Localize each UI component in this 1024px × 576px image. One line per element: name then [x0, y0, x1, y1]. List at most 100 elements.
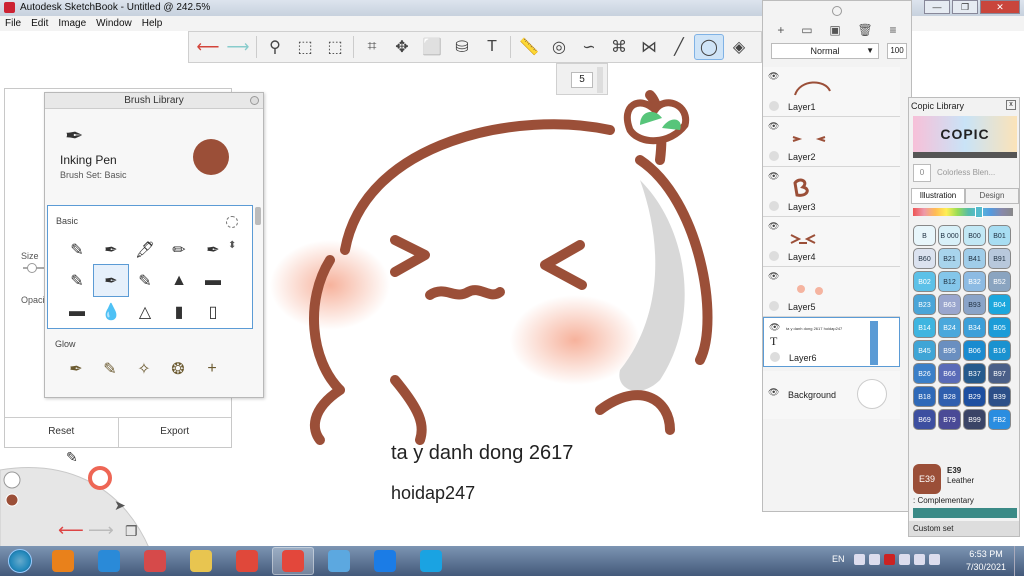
- ruler-tool-button[interactable]: 📏: [514, 34, 544, 60]
- layer-lock-dot[interactable]: [769, 301, 779, 311]
- current-copic-swatch[interactable]: E39: [913, 464, 941, 494]
- eye-icon[interactable]: 👁: [768, 271, 779, 282]
- menu-file[interactable]: File: [5, 16, 21, 31]
- ellipse-guide-tool-button[interactable]: ◎: [544, 34, 574, 60]
- delete-layer-icon[interactable]: 🗑: [857, 23, 872, 37]
- layer-menu-icon[interactable]: ≡: [890, 23, 897, 37]
- language-indicator[interactable]: EN: [832, 554, 845, 564]
- copic-swatch[interactable]: B04: [988, 294, 1011, 315]
- brush-preset-icon[interactable]: 🖋: [128, 234, 162, 265]
- collapse-handle[interactable]: [913, 152, 1017, 158]
- fill-tool-button[interactable]: ⛁: [447, 34, 477, 60]
- layer-row[interactable]: 👁 Layer6 Tta y danh dong 2617 hoidap247: [763, 317, 900, 367]
- taskbar-media-player-button[interactable]: [42, 547, 84, 575]
- taskbar-paint-button[interactable]: [318, 547, 360, 575]
- add-group-icon[interactable]: ▭: [801, 23, 812, 37]
- copic-swatch[interactable]: B02: [913, 271, 936, 292]
- menu-edit[interactable]: Edit: [31, 16, 48, 31]
- copic-swatch[interactable]: B63: [938, 294, 961, 315]
- brush-preset-icon[interactable]: ✎: [128, 265, 162, 296]
- tab-design[interactable]: Design: [965, 188, 1019, 204]
- copic-swatch[interactable]: B60: [913, 248, 936, 269]
- ellipse-tool-button[interactable]: ◯: [694, 34, 724, 60]
- crop-tool-button[interactable]: ⌗: [357, 34, 387, 60]
- copic-swatch[interactable]: B14: [913, 317, 936, 338]
- glow-brush-icon[interactable]: +: [195, 355, 229, 383]
- copic-swatch[interactable]: B32: [963, 271, 986, 292]
- complementary-color-bar[interactable]: [913, 508, 1017, 518]
- taskbar-sketchbook-button[interactable]: [272, 547, 314, 575]
- brush-preset-icon[interactable]: ▯: [196, 296, 230, 327]
- eye-icon[interactable]: 👁: [768, 121, 779, 132]
- copic-swatch[interactable]: B06: [963, 340, 986, 361]
- brush-preset-icon[interactable]: ▬: [196, 265, 230, 296]
- copic-swatch[interactable]: B37: [963, 363, 986, 384]
- glow-brush-icon[interactable]: ✎: [93, 355, 127, 383]
- hue-strip-handle[interactable]: [975, 206, 983, 218]
- line-tool-button[interactable]: ╱: [664, 34, 694, 60]
- lagoon-undo-icon[interactable]: ⟵: [58, 520, 84, 540]
- copic-swatch[interactable]: B01: [988, 225, 1011, 246]
- panel-pin-icon[interactable]: [832, 6, 842, 16]
- copic-swatch[interactable]: B18: [913, 386, 936, 407]
- close-icon[interactable]: x: [1006, 100, 1016, 110]
- copic-swatch[interactable]: B 000: [938, 225, 961, 246]
- brush-preset-icon[interactable]: ✒: [93, 264, 129, 297]
- taskbar-snipping-tool-button[interactable]: [134, 547, 176, 575]
- copic-swatch[interactable]: B26: [913, 363, 936, 384]
- copic-swatch[interactable]: B24: [938, 317, 961, 338]
- lagoon-color-dot[interactable]: [5, 493, 19, 507]
- glow-brush-icon[interactable]: ❂: [161, 355, 195, 383]
- lagoon-select-icon[interactable]: ➤: [114, 497, 126, 513]
- symmetry-tool-button[interactable]: ⋈: [634, 34, 664, 60]
- eye-icon[interactable]: 👁: [768, 387, 779, 398]
- blend-mode-select[interactable]: Normal ▼: [771, 43, 879, 59]
- layer-lock-dot[interactable]: [769, 201, 779, 211]
- layer-lock-dot[interactable]: [769, 151, 779, 161]
- add-image-icon[interactable]: ▣: [829, 23, 840, 37]
- layer-lock-dot[interactable]: [769, 101, 779, 111]
- brush-preset-icon[interactable]: ▲: [162, 265, 196, 296]
- copic-swatch[interactable]: B 0000: [913, 225, 936, 261]
- drawing-canvas[interactable]: [262, 63, 762, 547]
- copic-swatch[interactable]: B28: [938, 386, 961, 407]
- menu-window[interactable]: Window: [96, 16, 132, 31]
- undo-tool-button[interactable]: ⟵: [193, 34, 223, 60]
- glow-brush-icon[interactable]: ✒: [59, 355, 93, 383]
- layer-row[interactable]: 👁 Layer3: [763, 167, 900, 217]
- brush-set-options-icon[interactable]: [226, 216, 238, 228]
- background-color-swatch[interactable]: [857, 379, 887, 409]
- copic-swatch[interactable]: B97: [988, 363, 1011, 384]
- colorless-blender[interactable]: 0 Colorless Blen...: [913, 164, 1017, 184]
- transform-tool-button[interactable]: ✥: [387, 34, 417, 60]
- copic-swatch[interactable]: B41: [963, 248, 986, 269]
- layer-row[interactable]: 👁 Layer1: [763, 67, 900, 117]
- copic-swatch[interactable]: B23: [913, 294, 936, 315]
- text-tool-button[interactable]: T: [477, 34, 507, 60]
- copic-swatch[interactable]: B93: [963, 294, 986, 315]
- background-layer[interactable]: 👁 Background: [763, 371, 900, 419]
- shape-tool-button[interactable]: ◈: [724, 34, 754, 60]
- brush-preset-icon[interactable]: ✒: [94, 234, 128, 265]
- brush-preset-icon[interactable]: ✎: [60, 265, 94, 296]
- show-desktop-button[interactable]: [1014, 546, 1024, 576]
- brush-preset-icon[interactable]: ▬: [60, 296, 94, 327]
- network-icon[interactable]: [869, 554, 880, 565]
- glow-brush-icon[interactable]: ✧: [127, 355, 161, 383]
- redo-tool-button[interactable]: ⟶: [223, 34, 253, 60]
- brush-preset-icon[interactable]: ✒: [196, 234, 230, 265]
- select-tool-button[interactable]: ⬚: [290, 34, 320, 60]
- lagoon-brush-button[interactable]: [3, 471, 21, 489]
- minimize-button[interactable]: —: [924, 0, 950, 14]
- zoom-tool-button[interactable]: ⚲: [260, 34, 290, 60]
- copic-swatch[interactable]: B52: [988, 271, 1011, 292]
- copic-swatch[interactable]: B66: [938, 363, 961, 384]
- taskbar-zalo-button[interactable]: [364, 547, 406, 575]
- copic-swatch[interactable]: B21: [938, 248, 961, 269]
- size-slider-knob[interactable]: [27, 263, 37, 273]
- eye-icon[interactable]: 👁: [769, 322, 780, 333]
- brush-preset-icon[interactable]: ▮: [162, 296, 196, 327]
- hue-strip[interactable]: [913, 206, 1013, 218]
- maximize-button[interactable]: ❐: [952, 0, 978, 14]
- copic-swatch[interactable]: B05: [988, 317, 1011, 338]
